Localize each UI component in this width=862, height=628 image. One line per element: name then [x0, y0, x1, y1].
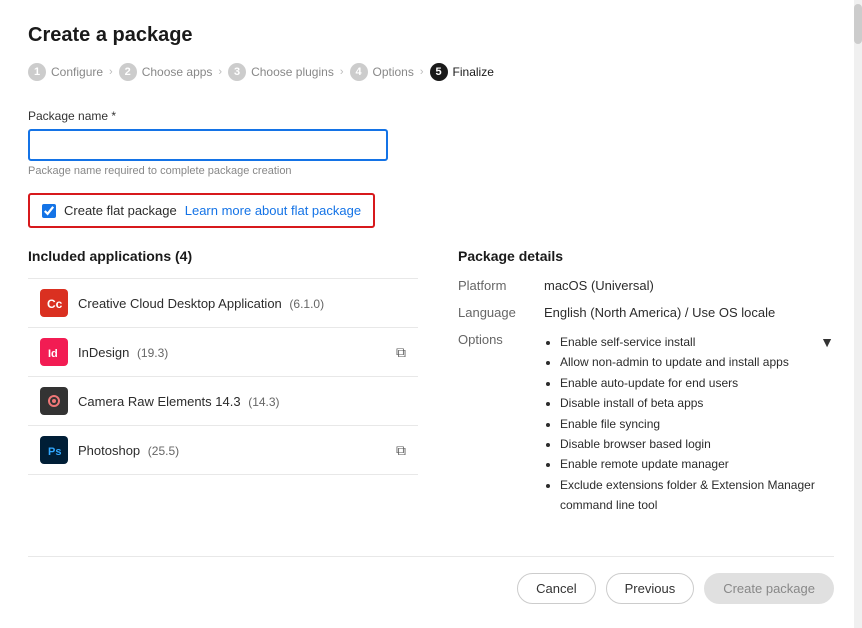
language-key: Language — [458, 305, 528, 320]
detail-row-platform: Platform macOS (Universal) — [458, 278, 834, 293]
app-item-id: Id InDesign (19.3) ⧉ — [28, 328, 418, 377]
option-3: Enable auto-update for end users — [560, 373, 816, 393]
flat-package-label: Create flat package — [64, 203, 177, 218]
step-num-5: 5 — [430, 63, 448, 81]
package-name-hint: Package name required to complete packag… — [28, 165, 834, 177]
option-4: Disable install of beta apps — [560, 393, 816, 413]
flat-package-link[interactable]: Learn more about flat package — [185, 203, 361, 218]
left-panel: Included applications (4) Cc Creative Cl… — [28, 248, 418, 528]
option-5: Enable file syncing — [560, 414, 816, 434]
app-icon-cc: Cc — [40, 289, 68, 317]
platform-key: Platform — [458, 278, 528, 293]
main-content: Included applications (4) Cc Creative Cl… — [28, 248, 834, 528]
app-list: Cc Creative Cloud Desktop Application (6… — [28, 278, 418, 475]
svg-text:Ps: Ps — [48, 446, 61, 458]
sep-2: › — [218, 66, 222, 78]
option-2: Allow non-admin to update and install ap… — [560, 352, 816, 372]
step-choose-plugins: 3 Choose plugins — [228, 63, 334, 81]
cancel-button[interactable]: Cancel — [517, 573, 595, 604]
option-1: Enable self-service install — [560, 332, 816, 352]
step-label-3: Choose plugins — [251, 65, 334, 79]
external-link-ps[interactable]: ⧉ — [396, 442, 406, 459]
step-choose-apps: 2 Choose apps — [119, 63, 213, 81]
option-6: Disable browser based login — [560, 434, 816, 454]
step-num-1: 1 — [28, 63, 46, 81]
package-name-label: Package name * — [28, 109, 834, 123]
app-item-cr: Camera Raw Elements 14.3 (14.3) — [28, 377, 418, 426]
step-configure: 1 Configure — [28, 63, 103, 81]
platform-value: macOS (Universal) — [544, 278, 834, 293]
app-name-ps: Photoshop (25.5) — [78, 443, 386, 458]
step-finalize: 5 Finalize — [430, 63, 494, 81]
app-icon-id: Id — [40, 338, 68, 366]
dialog: Create a package 1 Configure › 2 Choose … — [0, 0, 862, 628]
svg-text:Id: Id — [48, 348, 58, 360]
option-8: Exclude extensions folder & Extension Ma… — [560, 475, 816, 516]
package-name-section: Package name * Package name required to … — [28, 109, 834, 177]
option-7: Enable remote update manager — [560, 454, 816, 474]
svg-text:Cc: Cc — [47, 297, 63, 311]
previous-button[interactable]: Previous — [606, 573, 695, 604]
step-label-2: Choose apps — [142, 65, 213, 79]
package-details-title: Package details — [458, 248, 834, 264]
detail-row-language: Language English (North America) / Use O… — [458, 305, 834, 320]
external-link-id[interactable]: ⧉ — [396, 344, 406, 361]
stepper: 1 Configure › 2 Choose apps › 3 Choose p… — [28, 63, 834, 81]
scrollbar-thumb[interactable] — [854, 4, 862, 44]
app-icon-ps: Ps — [40, 436, 68, 464]
step-label-5: Finalize — [453, 65, 494, 79]
options-dropdown-arrow[interactable]: ▼ — [820, 334, 834, 350]
options-key: Options — [458, 332, 528, 347]
create-package-button[interactable]: Create package — [704, 573, 834, 604]
flat-package-row: Create flat package Learn more about fla… — [28, 193, 375, 228]
right-panel: Package details Platform macOS (Universa… — [458, 248, 834, 528]
step-options: 4 Options — [350, 63, 414, 81]
app-name-id: InDesign (19.3) — [78, 345, 386, 360]
detail-row-options: Options Enable self-service install Allo… — [458, 332, 834, 516]
step-num-4: 4 — [350, 63, 368, 81]
package-name-input[interactable] — [28, 129, 388, 161]
scrollbar[interactable] — [854, 0, 862, 628]
app-name-cc: Creative Cloud Desktop Application (6.1.… — [78, 296, 406, 311]
flat-package-checkbox[interactable] — [42, 204, 56, 218]
sep-4: › — [420, 66, 424, 78]
options-dropdown: Enable self-service install Allow non-ad… — [544, 332, 834, 516]
app-item-ps: Ps Photoshop (25.5) ⧉ — [28, 426, 418, 475]
step-num-2: 2 — [119, 63, 137, 81]
sep-1: › — [109, 66, 113, 78]
step-num-3: 3 — [228, 63, 246, 81]
footer: Cancel Previous Create package — [28, 556, 834, 604]
app-name-cr: Camera Raw Elements 14.3 (14.3) — [78, 394, 406, 409]
step-label-4: Options — [373, 65, 414, 79]
page-title: Create a package — [28, 24, 834, 47]
included-apps-title: Included applications (4) — [28, 248, 418, 264]
step-label-1: Configure — [51, 65, 103, 79]
language-value: English (North America) / Use OS locale — [544, 305, 834, 320]
app-icon-cr — [40, 387, 68, 415]
options-list: Enable self-service install Allow non-ad… — [544, 332, 816, 516]
app-item-cc: Cc Creative Cloud Desktop Application (6… — [28, 278, 418, 328]
sep-3: › — [340, 66, 344, 78]
